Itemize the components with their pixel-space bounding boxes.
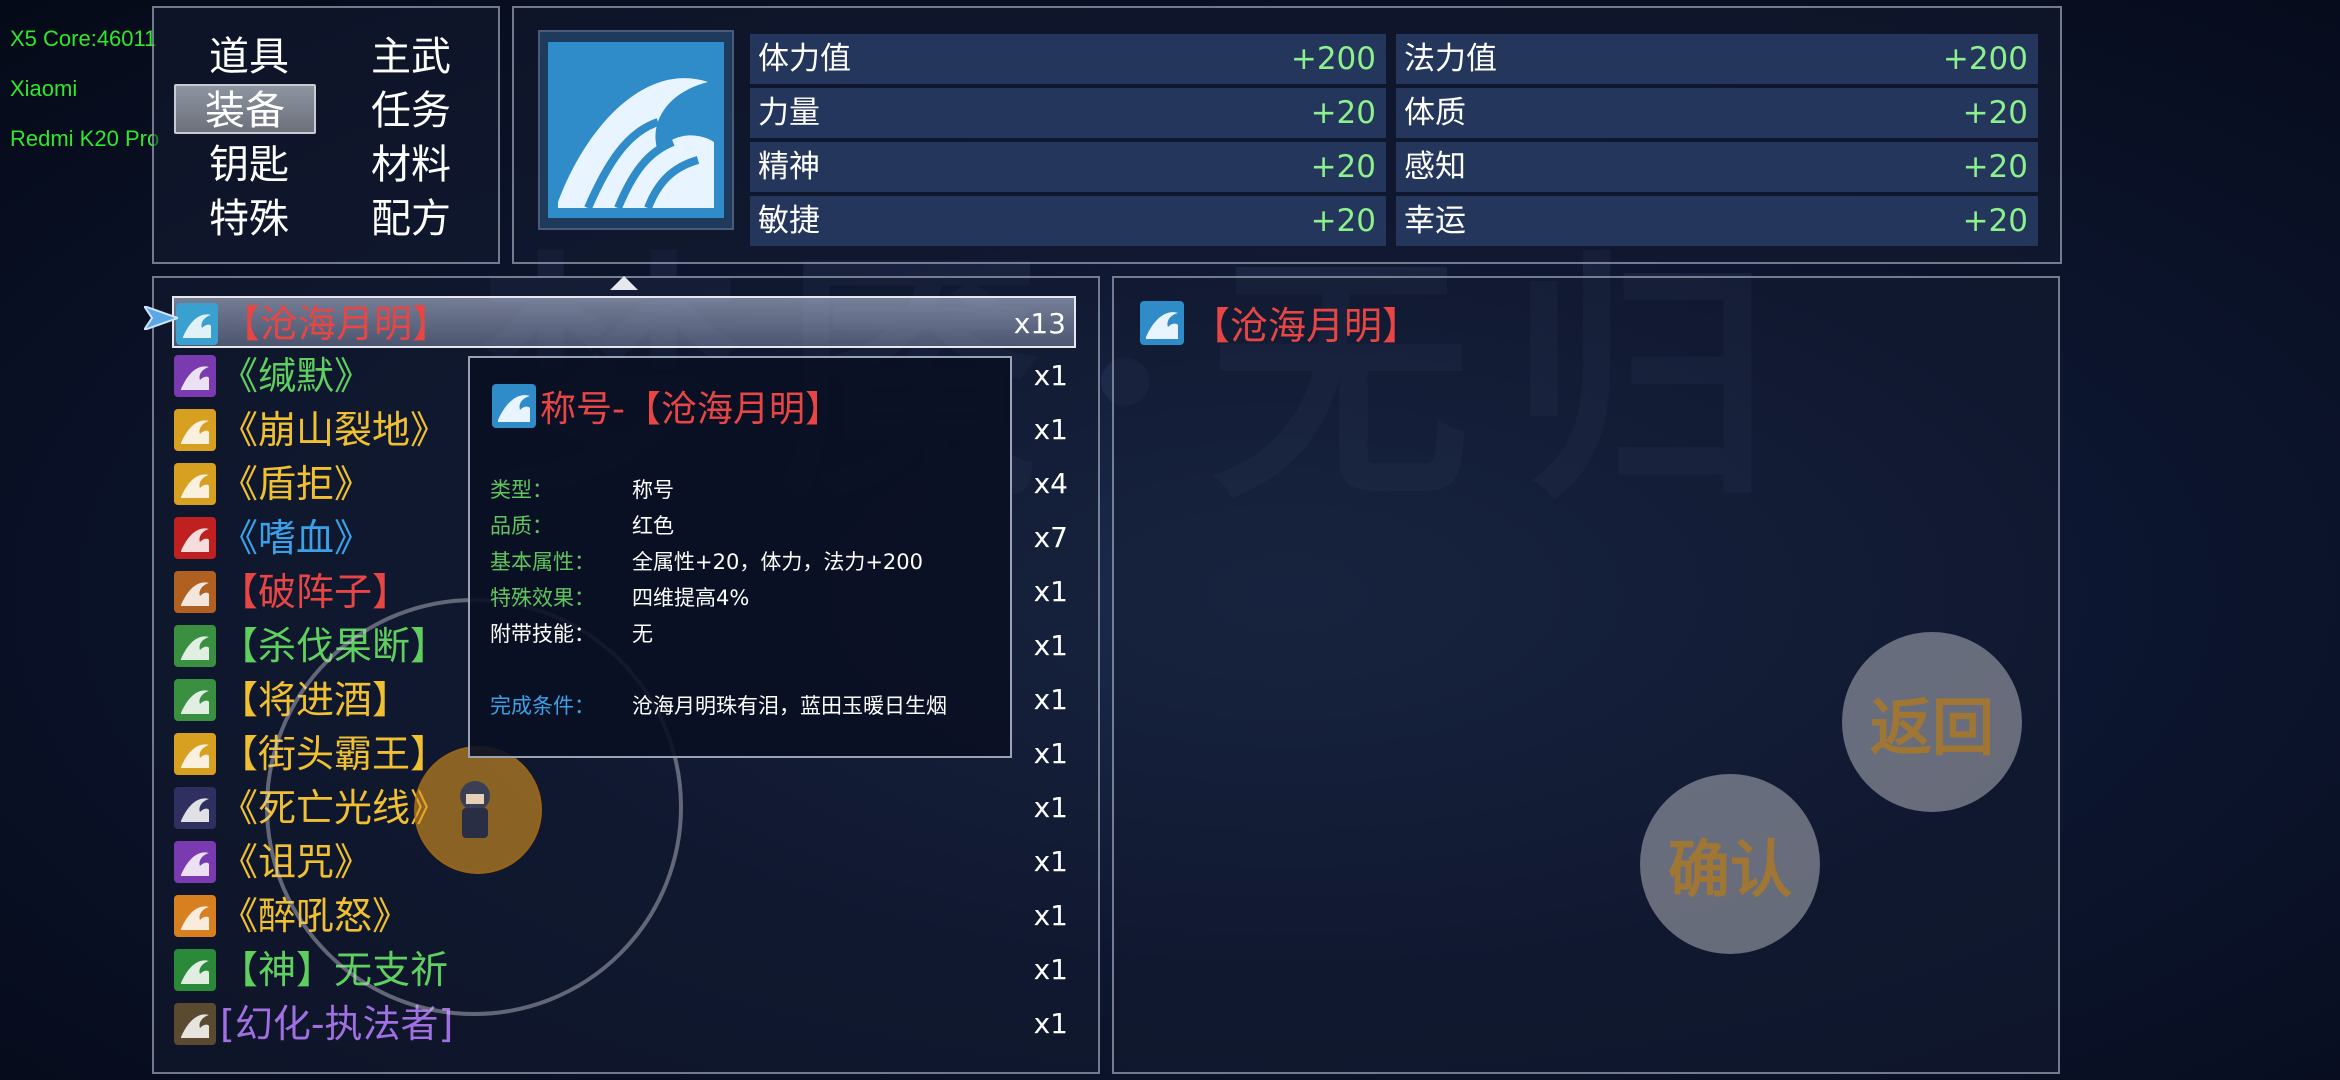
item-name: 【沧海月明】 bbox=[222, 302, 451, 346]
divine-seal-icon bbox=[174, 949, 216, 991]
tooltip-label: 基本属性： bbox=[490, 550, 595, 574]
mute-mask-icon bbox=[174, 355, 216, 397]
tooltip-title: 称号-【沧海月明】 bbox=[540, 389, 841, 430]
wave-icon bbox=[176, 303, 218, 345]
wings-icon bbox=[174, 679, 216, 721]
tooltip-value: 称号 bbox=[632, 478, 674, 502]
item-name: 《嗜血》 bbox=[220, 516, 373, 560]
item-tooltip: 称号-【沧海月明】 类型： 称号 品质： 红色 基本属性： 全属性+20，体力，… bbox=[468, 356, 1012, 758]
category-tab-active[interactable]: 装备 bbox=[174, 84, 316, 134]
item-quantity: x13 bbox=[1013, 307, 1066, 340]
category-tab[interactable]: 道具 bbox=[178, 32, 320, 82]
tooltip-label: 完成条件： bbox=[490, 694, 595, 718]
tooltip-label: 附带技能： bbox=[490, 622, 595, 646]
shield-icon bbox=[174, 463, 216, 505]
category-menu: 道具 主武 装备 任务 钥匙 材料 特殊 配方 bbox=[152, 6, 500, 264]
confirm-button[interactable]: 确认 bbox=[1640, 774, 1820, 954]
stat-row: 力量 +20 bbox=[750, 88, 1386, 138]
item-quantity: x1 bbox=[1033, 953, 1068, 986]
category-tab[interactable]: 特殊 bbox=[178, 194, 320, 244]
debug-core-label: X5 Core:46011 bbox=[10, 26, 157, 51]
stat-row: 敏捷 +20 bbox=[750, 196, 1386, 246]
stat-row: 精神 +20 bbox=[750, 142, 1386, 192]
scroll-up-arrow-icon[interactable] bbox=[610, 276, 638, 290]
roar-icon bbox=[174, 895, 216, 937]
item-quantity: x1 bbox=[1033, 737, 1068, 770]
item-quantity: x1 bbox=[1033, 791, 1068, 824]
tooltip-value: 全属性+20，体力，法力+200 bbox=[632, 550, 923, 574]
list-item-selected[interactable]: 【沧海月明】 x13 bbox=[172, 296, 1076, 348]
category-tab[interactable]: 钥匙 bbox=[178, 140, 320, 190]
tooltip-value: 四维提高4% bbox=[632, 586, 750, 610]
item-quantity: x1 bbox=[1033, 1007, 1068, 1040]
blood-blade-icon bbox=[174, 517, 216, 559]
item-quantity: x4 bbox=[1033, 467, 1068, 500]
item-quantity: x7 bbox=[1033, 521, 1068, 554]
back-button[interactable]: 返回 bbox=[1842, 632, 2022, 812]
item-name: 《崩山裂地》 bbox=[220, 408, 449, 452]
lion-icon bbox=[174, 733, 216, 775]
category-tab[interactable]: 主武 bbox=[340, 32, 482, 82]
tooltip-label: 类型： bbox=[490, 478, 553, 502]
stat-row: 感知 +20 bbox=[1396, 142, 2038, 192]
item-quantity: x1 bbox=[1033, 413, 1068, 446]
item-stats-panel: 体力值 +200 法力值 +200 力量 +20 体质 +20 精神 +20 感知 +20 … bbox=[512, 6, 2062, 264]
stat-row: 幸运 +20 bbox=[1396, 196, 2038, 246]
formation-icon bbox=[174, 571, 216, 613]
item-quantity: x1 bbox=[1033, 845, 1068, 878]
tooltip-header: 称号-【沧海月明】 bbox=[492, 380, 841, 432]
wave-icon bbox=[538, 30, 734, 230]
debug-brand-label: Xiaomi bbox=[10, 76, 78, 101]
tooltip-label: 品质： bbox=[490, 514, 553, 538]
death-ray-icon bbox=[174, 787, 216, 829]
tooltip-value: 红色 bbox=[632, 514, 674, 538]
curse-skull-icon bbox=[174, 841, 216, 883]
stat-row: 体力值 +200 bbox=[750, 34, 1386, 84]
item-quantity: x1 bbox=[1033, 683, 1068, 716]
category-tab[interactable]: 配方 bbox=[340, 194, 482, 244]
player-character-sprite bbox=[452, 778, 498, 844]
category-tab[interactable]: 任务 bbox=[340, 86, 482, 136]
item-quantity: x1 bbox=[1033, 575, 1068, 608]
wave-icon bbox=[492, 384, 536, 428]
category-tab[interactable]: 材料 bbox=[340, 140, 482, 190]
wave-icon bbox=[1140, 300, 1184, 345]
tooltip-value: 沧海月明珠有泪，蓝田玉暖日生烟 bbox=[632, 694, 947, 718]
detail-title-text: 【沧海月明】 bbox=[1192, 304, 1421, 348]
detail-title: 【沧海月明】 bbox=[1140, 295, 1420, 350]
debug-model-label: Redmi K20 Pro bbox=[10, 126, 160, 151]
item-quantity: x1 bbox=[1033, 629, 1068, 662]
item-name: 【破阵子】 bbox=[220, 570, 411, 614]
enforcer-portrait-icon bbox=[174, 1003, 216, 1045]
list-item[interactable]: [幻化-执法者] x1 bbox=[172, 998, 1076, 1050]
tooltip-label: 特殊效果： bbox=[490, 586, 595, 610]
mountain-crack-icon bbox=[174, 409, 216, 451]
wings-icon bbox=[174, 625, 216, 667]
stat-row: 体质 +20 bbox=[1396, 88, 2038, 138]
tooltip-value: 无 bbox=[632, 622, 653, 646]
stat-row: 法力值 +200 bbox=[1396, 34, 2038, 84]
item-quantity: x1 bbox=[1033, 359, 1068, 392]
item-name: 《盾拒》 bbox=[220, 462, 373, 506]
item-quantity: x1 bbox=[1033, 899, 1068, 932]
item-name: 《缄默》 bbox=[220, 354, 373, 398]
selection-cursor-icon bbox=[144, 306, 178, 330]
